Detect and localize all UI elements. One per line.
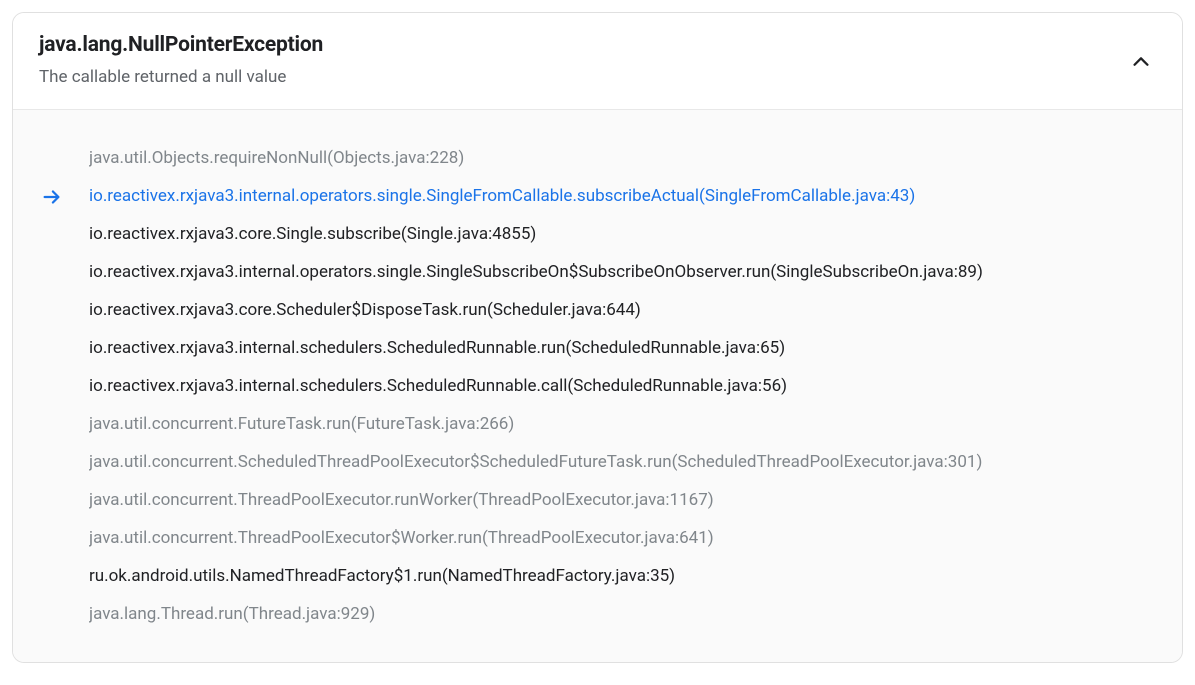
stack-frame[interactable]: java.lang.Thread.run(Thread.java:929) [39, 596, 1156, 634]
stack-frame[interactable]: io.reactivex.rxjava3.core.Scheduler$Disp… [39, 292, 1156, 330]
stack-frame[interactable]: io.reactivex.rxjava3.internal.operators.… [39, 178, 1156, 216]
stack-frame-text: io.reactivex.rxjava3.core.Scheduler$Disp… [89, 298, 641, 324]
stack-frame[interactable]: java.util.concurrent.ThreadPoolExecutor$… [39, 520, 1156, 558]
stack-frame-text: java.util.concurrent.FutureTask.run(Futu… [89, 412, 514, 438]
exception-message: The callable returned a null value [39, 67, 323, 87]
stack-frame[interactable]: io.reactivex.rxjava3.core.Single.subscri… [39, 216, 1156, 254]
stack-frame[interactable]: java.util.concurrent.ScheduledThreadPool… [39, 444, 1156, 482]
stack-frame[interactable]: java.util.Objects.requireNonNull(Objects… [39, 140, 1156, 178]
stack-frame-text: java.util.concurrent.ThreadPoolExecutor.… [89, 488, 714, 514]
stack-frame-text: ru.ok.android.utils.NamedThreadFactory$1… [89, 564, 675, 590]
exception-title: java.lang.NullPointerException [39, 33, 323, 57]
chevron-up-icon[interactable] [1130, 51, 1152, 77]
stack-frame-text: io.reactivex.rxjava3.internal.operators.… [89, 260, 983, 286]
arrow-right-icon [39, 186, 65, 208]
stack-frame[interactable]: io.reactivex.rxjava3.internal.schedulers… [39, 330, 1156, 368]
stack-frame-text: java.util.concurrent.ThreadPoolExecutor$… [89, 526, 714, 552]
stack-frame[interactable]: io.reactivex.rxjava3.internal.operators.… [39, 254, 1156, 292]
stack-frame-text: io.reactivex.rxjava3.internal.schedulers… [89, 374, 787, 400]
stack-frame[interactable]: java.util.concurrent.FutureTask.run(Futu… [39, 406, 1156, 444]
stack-trace-body: java.util.Objects.requireNonNull(Objects… [13, 109, 1182, 662]
stack-trace-list: java.util.Objects.requireNonNull(Objects… [39, 140, 1156, 634]
stack-frame-text: io.reactivex.rxjava3.internal.schedulers… [89, 336, 785, 362]
stack-frame[interactable]: ru.ok.android.utils.NamedThreadFactory$1… [39, 558, 1156, 596]
stack-frame[interactable]: java.util.concurrent.ThreadPoolExecutor.… [39, 482, 1156, 520]
exception-header[interactable]: java.lang.NullPointerException The calla… [13, 13, 1182, 109]
stack-frame-text: java.lang.Thread.run(Thread.java:929) [89, 602, 375, 628]
stack-frame-text: io.reactivex.rxjava3.core.Single.subscri… [89, 222, 536, 248]
exception-card: java.lang.NullPointerException The calla… [12, 12, 1183, 663]
stack-frame-text: io.reactivex.rxjava3.internal.operators.… [89, 184, 915, 210]
exception-header-text: java.lang.NullPointerException The calla… [39, 33, 323, 87]
stack-frame-text: java.util.Objects.requireNonNull(Objects… [89, 146, 464, 172]
stack-frame[interactable]: io.reactivex.rxjava3.internal.schedulers… [39, 368, 1156, 406]
stack-frame-text: java.util.concurrent.ScheduledThreadPool… [89, 450, 982, 476]
